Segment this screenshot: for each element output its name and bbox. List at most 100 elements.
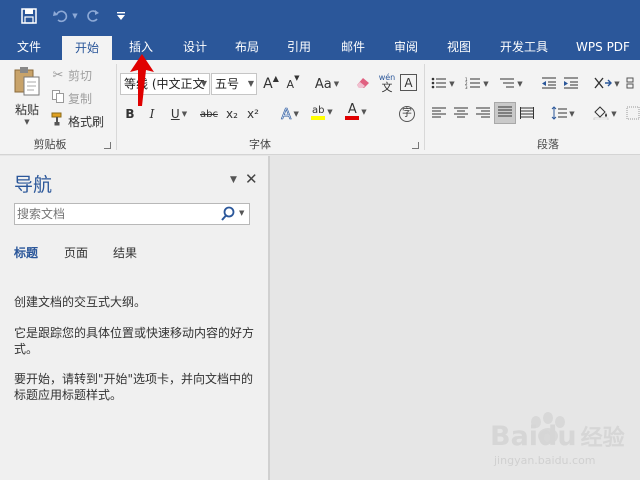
chevron-down-icon: ▼ xyxy=(200,79,207,88)
line-spacing-button[interactable]: ▼ xyxy=(548,104,578,124)
numbering-icon: 123 xyxy=(465,77,481,92)
chinese-layout-button[interactable]: ▼ xyxy=(592,74,622,94)
align-right-button[interactable] xyxy=(474,104,492,124)
increase-indent-icon xyxy=(563,77,579,92)
strikethrough-button[interactable]: abc xyxy=(198,104,220,124)
subscript-button[interactable]: x₂ xyxy=(224,104,240,124)
paste-dropdown-icon: ▼ xyxy=(24,118,30,126)
borders-icon xyxy=(626,106,640,123)
clipboard-launcher-icon[interactable] xyxy=(104,142,111,149)
clipboard-group-label: 剪贴板 xyxy=(33,138,67,151)
tab-mailings[interactable]: 邮件 xyxy=(330,34,376,60)
nav-title: 导航 xyxy=(14,174,53,196)
numbering-button[interactable]: 1 2 3 ▼ xyxy=(462,74,492,94)
redo-icon[interactable] xyxy=(84,5,102,27)
highlight-button[interactable]: ab ▼ xyxy=(308,102,336,122)
search-icon[interactable] xyxy=(221,206,235,226)
copy-button[interactable]: 复制 xyxy=(50,89,92,107)
align-left-icon xyxy=(432,107,446,122)
group-separator xyxy=(424,64,425,150)
character-border-button[interactable]: A xyxy=(400,74,417,91)
undo-icon[interactable] xyxy=(50,5,72,27)
tab-references[interactable]: 引用 xyxy=(276,34,322,60)
nav-search-box[interactable]: ▼ xyxy=(14,203,250,225)
bullets-button[interactable]: ▼ xyxy=(428,74,458,94)
tab-design[interactable]: 设计 xyxy=(172,34,218,60)
save-icon[interactable] xyxy=(18,5,40,27)
nav-hint-1: 创建文档的交互式大纲。 xyxy=(14,295,147,309)
text-effects-icon: A xyxy=(281,105,292,124)
title-bar: ▼ xyxy=(0,0,640,34)
nav-options-icon[interactable]: ▼ xyxy=(230,175,237,185)
nav-tab-results[interactable]: 结果 xyxy=(113,244,137,261)
svg-text:3: 3 xyxy=(465,85,468,89)
enclose-characters-button[interactable]: 字 xyxy=(397,104,417,124)
multilevel-list-button[interactable]: ▼ xyxy=(496,74,526,94)
shrink-font-icon: A xyxy=(286,77,295,91)
tab-home[interactable]: 开始 xyxy=(62,36,112,60)
highlight-swatch xyxy=(311,115,326,120)
cut-button[interactable]: ✂ 剪切 xyxy=(50,66,92,84)
search-input[interactable] xyxy=(17,205,213,223)
watermark-url: jingyan.baidu.com xyxy=(494,454,596,467)
decrease-indent-button[interactable] xyxy=(540,74,558,94)
change-case-icon: Aa xyxy=(314,76,332,92)
distributed-button[interactable] xyxy=(518,104,536,124)
multilevel-list-icon xyxy=(499,77,515,92)
nav-tab-pages[interactable]: 页面 xyxy=(64,244,88,261)
line-spacing-icon xyxy=(551,105,568,123)
justify-button[interactable] xyxy=(494,102,516,124)
font-color-button[interactable]: A ▼ xyxy=(342,102,370,122)
shrink-font-button[interactable]: A ▼ xyxy=(284,74,302,94)
text-effects-button[interactable]: A ▼ xyxy=(276,104,304,124)
borders-button[interactable] xyxy=(626,104,640,124)
underline-button[interactable]: U ▼ xyxy=(166,104,192,124)
align-left-button[interactable] xyxy=(430,104,448,124)
cut-label: 剪切 xyxy=(68,68,93,83)
shading-button[interactable]: ▼ xyxy=(590,104,620,124)
character-border-icon: A xyxy=(404,75,413,90)
paste-button[interactable]: 粘贴 ▼ xyxy=(10,66,44,128)
nav-tab-headings[interactable]: 标题 xyxy=(14,244,38,261)
increase-indent-button[interactable] xyxy=(562,74,580,94)
customize-icon[interactable] xyxy=(114,5,128,27)
phonetic-bottom: 文 xyxy=(381,81,393,94)
close-icon[interactable]: ✕ xyxy=(245,170,258,188)
scissors-icon: ✂ xyxy=(52,67,64,83)
search-dropdown-icon[interactable]: ▼ xyxy=(239,209,244,217)
eraser-icon xyxy=(355,76,371,93)
phonetic-guide-button[interactable]: wén 文 xyxy=(377,70,397,96)
paste-icon xyxy=(13,66,41,99)
sort-button[interactable] xyxy=(626,74,640,94)
align-center-button[interactable] xyxy=(452,104,470,124)
align-right-icon xyxy=(476,107,490,122)
nav-hint-3: 要开始，请转到"开始"选项卡，并向文档中的标题应用标题样式。 xyxy=(14,372,254,402)
enclose-characters-icon: 字 xyxy=(399,106,415,122)
grow-font-icon: A xyxy=(263,76,273,92)
tab-review[interactable]: 审阅 xyxy=(383,34,429,60)
underline-icon: U xyxy=(170,107,180,121)
format-painter-icon xyxy=(50,112,66,130)
superscript-button[interactable]: x² xyxy=(245,104,261,124)
format-painter-label: 格式刷 xyxy=(68,114,105,129)
decrease-indent-icon xyxy=(541,77,557,92)
font-size-select[interactable]: 五号 ▼ xyxy=(211,73,257,95)
font-size-value: 五号 xyxy=(215,77,240,91)
watermark: Baidu 经验 jingyan.baidu.com xyxy=(490,410,640,480)
tab-developer[interactable]: 开发工具 xyxy=(492,34,556,60)
clear-format-button[interactable] xyxy=(353,74,373,94)
tab-layout[interactable]: 布局 xyxy=(224,34,270,60)
font-launcher-icon[interactable] xyxy=(412,142,419,149)
chinese-layout-icon xyxy=(594,76,613,93)
tab-file[interactable]: 文件 xyxy=(6,34,52,60)
tab-view[interactable]: 视图 xyxy=(436,34,482,60)
distributed-icon xyxy=(520,106,534,122)
change-case-button[interactable]: Aa ▼ xyxy=(312,74,342,94)
tab-wps-pdf[interactable]: WPS PDF xyxy=(570,34,636,60)
chevron-down-icon: ▼ xyxy=(247,79,254,88)
red-arrow-annotation xyxy=(128,52,156,112)
paragraph-group-label: 段落 xyxy=(537,138,559,151)
grow-font-button[interactable]: A ▲ xyxy=(262,74,280,94)
format-painter-button[interactable]: 格式刷 xyxy=(50,112,104,130)
undo-dropdown-icon[interactable]: ▼ xyxy=(70,5,80,27)
